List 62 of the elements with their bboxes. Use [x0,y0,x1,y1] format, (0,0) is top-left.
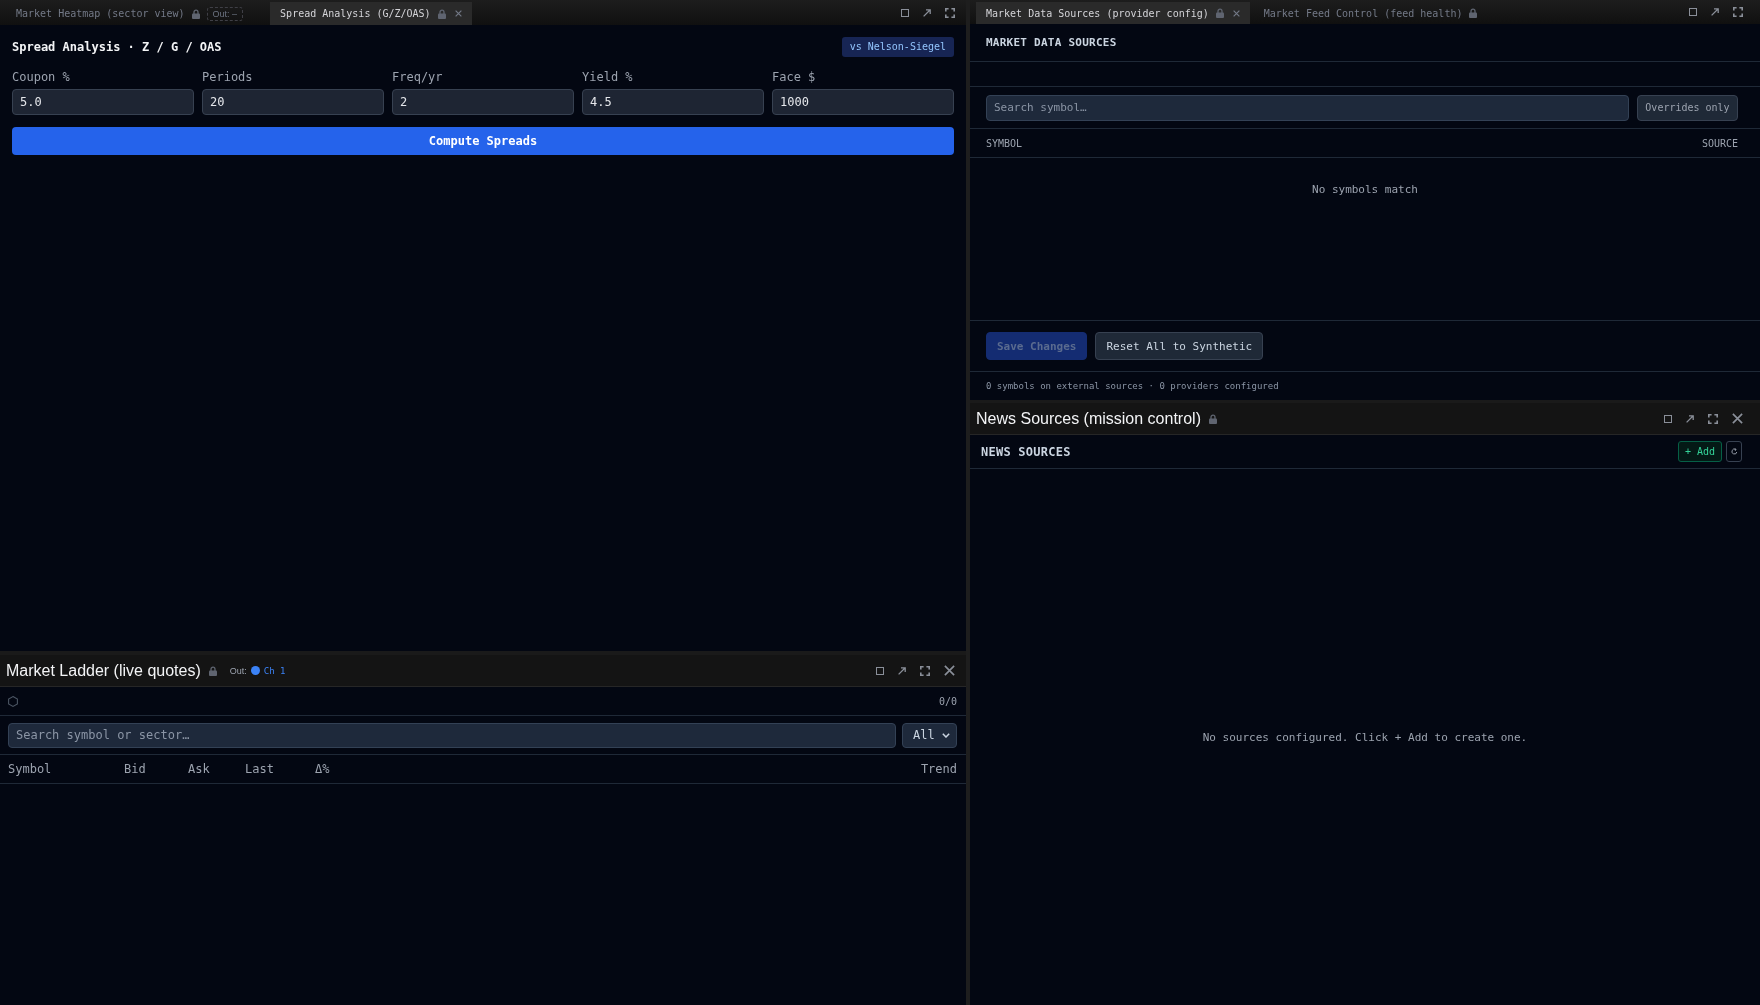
panel-title: News Sources (mission control) [976,409,1201,428]
chevron-down-icon [942,732,950,738]
column-header: SYMBOL [986,137,1023,149]
square-icon[interactable] [1689,8,1697,16]
fullscreen-icon[interactable] [1708,413,1718,424]
tab[interactable]: Market Data Sources (provider config) [976,2,1250,24]
refresh-icon [1730,448,1738,455]
close-icon[interactable] [1232,9,1240,17]
tab[interactable]: Market Heatmap (sector view) Out: – [6,2,254,25]
field-label: Coupon % [12,69,71,85]
compute-button[interactable]: Compute Spreads [12,127,954,155]
column-header: Δ% [315,762,331,776]
column-header: Symbol [8,762,53,776]
output-label: Out: [229,665,247,676]
column-header: Bid [124,762,147,776]
tab[interactable]: Spread Analysis (G/Z/OAS) [270,2,472,25]
input-field[interactable]: 4.5 [582,89,764,115]
close-icon[interactable] [454,10,462,17]
input-field[interactable]: 5.0 [12,89,194,115]
square-icon[interactable] [901,8,909,17]
field-label: Periods [202,69,254,85]
empty-message: No sources configured. Click + Add to create one. [1202,730,1528,744]
field-label: Freq/yr [392,69,444,85]
square-icon[interactable] [876,666,884,675]
diagonal-arrow-icon[interactable] [1711,8,1719,16]
diagonal-arrow-icon[interactable] [1686,414,1694,423]
model-badge: vs Nelson-Siegel [841,37,954,57]
search-field[interactable]: Search symbol or sector… [8,722,896,748]
quote-count: 0/0 [938,695,957,707]
refresh-button[interactable] [1726,441,1742,462]
input-field[interactable]: 2 [392,89,574,115]
field-label: Face $ [772,69,817,85]
add-button[interactable]: + Add [1677,441,1722,462]
overrides-toggle[interactable]: Overrides only [1637,94,1738,121]
tab[interactable]: Market Feed Control (feed health) [1253,2,1488,24]
fullscreen-icon[interactable] [920,665,930,676]
column-header: Ask [188,762,211,776]
action-button[interactable]: Reset All to Synthetic [1095,332,1264,360]
diagonal-arrow-icon[interactable] [923,8,931,17]
input-field[interactable]: 1000 [772,89,954,115]
diagonal-arrow-icon[interactable] [898,666,906,675]
filter-dropdown[interactable]: All [902,722,957,748]
column-header: Last [245,762,275,776]
hexagon-icon [8,695,18,707]
field-label: Yield % [582,69,634,85]
output-badge[interactable]: Out: – [206,6,244,21]
fullscreen-icon[interactable] [945,7,955,18]
column-header: Trend [920,762,957,776]
panel-title: Spread Analysis · Z / G / OAS [12,40,222,54]
channel-label[interactable]: Ch 1 [263,665,286,676]
close-icon[interactable] [1732,413,1743,424]
fullscreen-icon[interactable] [1733,7,1743,17]
section-heading: NEWS SOURCES [981,444,1071,459]
column-header: SOURCE [1701,137,1738,149]
square-icon[interactable] [1664,414,1672,423]
close-icon[interactable] [944,665,955,676]
input-field[interactable]: 20 [202,89,384,115]
empty-message: No symbols match [1312,183,1418,196]
panel-title: Market Ladder (live quotes) [6,661,201,680]
section-heading: MARKET DATA SOURCES [986,36,1117,49]
search-field[interactable]: Search symbol… [986,94,1629,121]
status-text: 0 symbols on external sources · 0 providers configured [986,381,1279,391]
